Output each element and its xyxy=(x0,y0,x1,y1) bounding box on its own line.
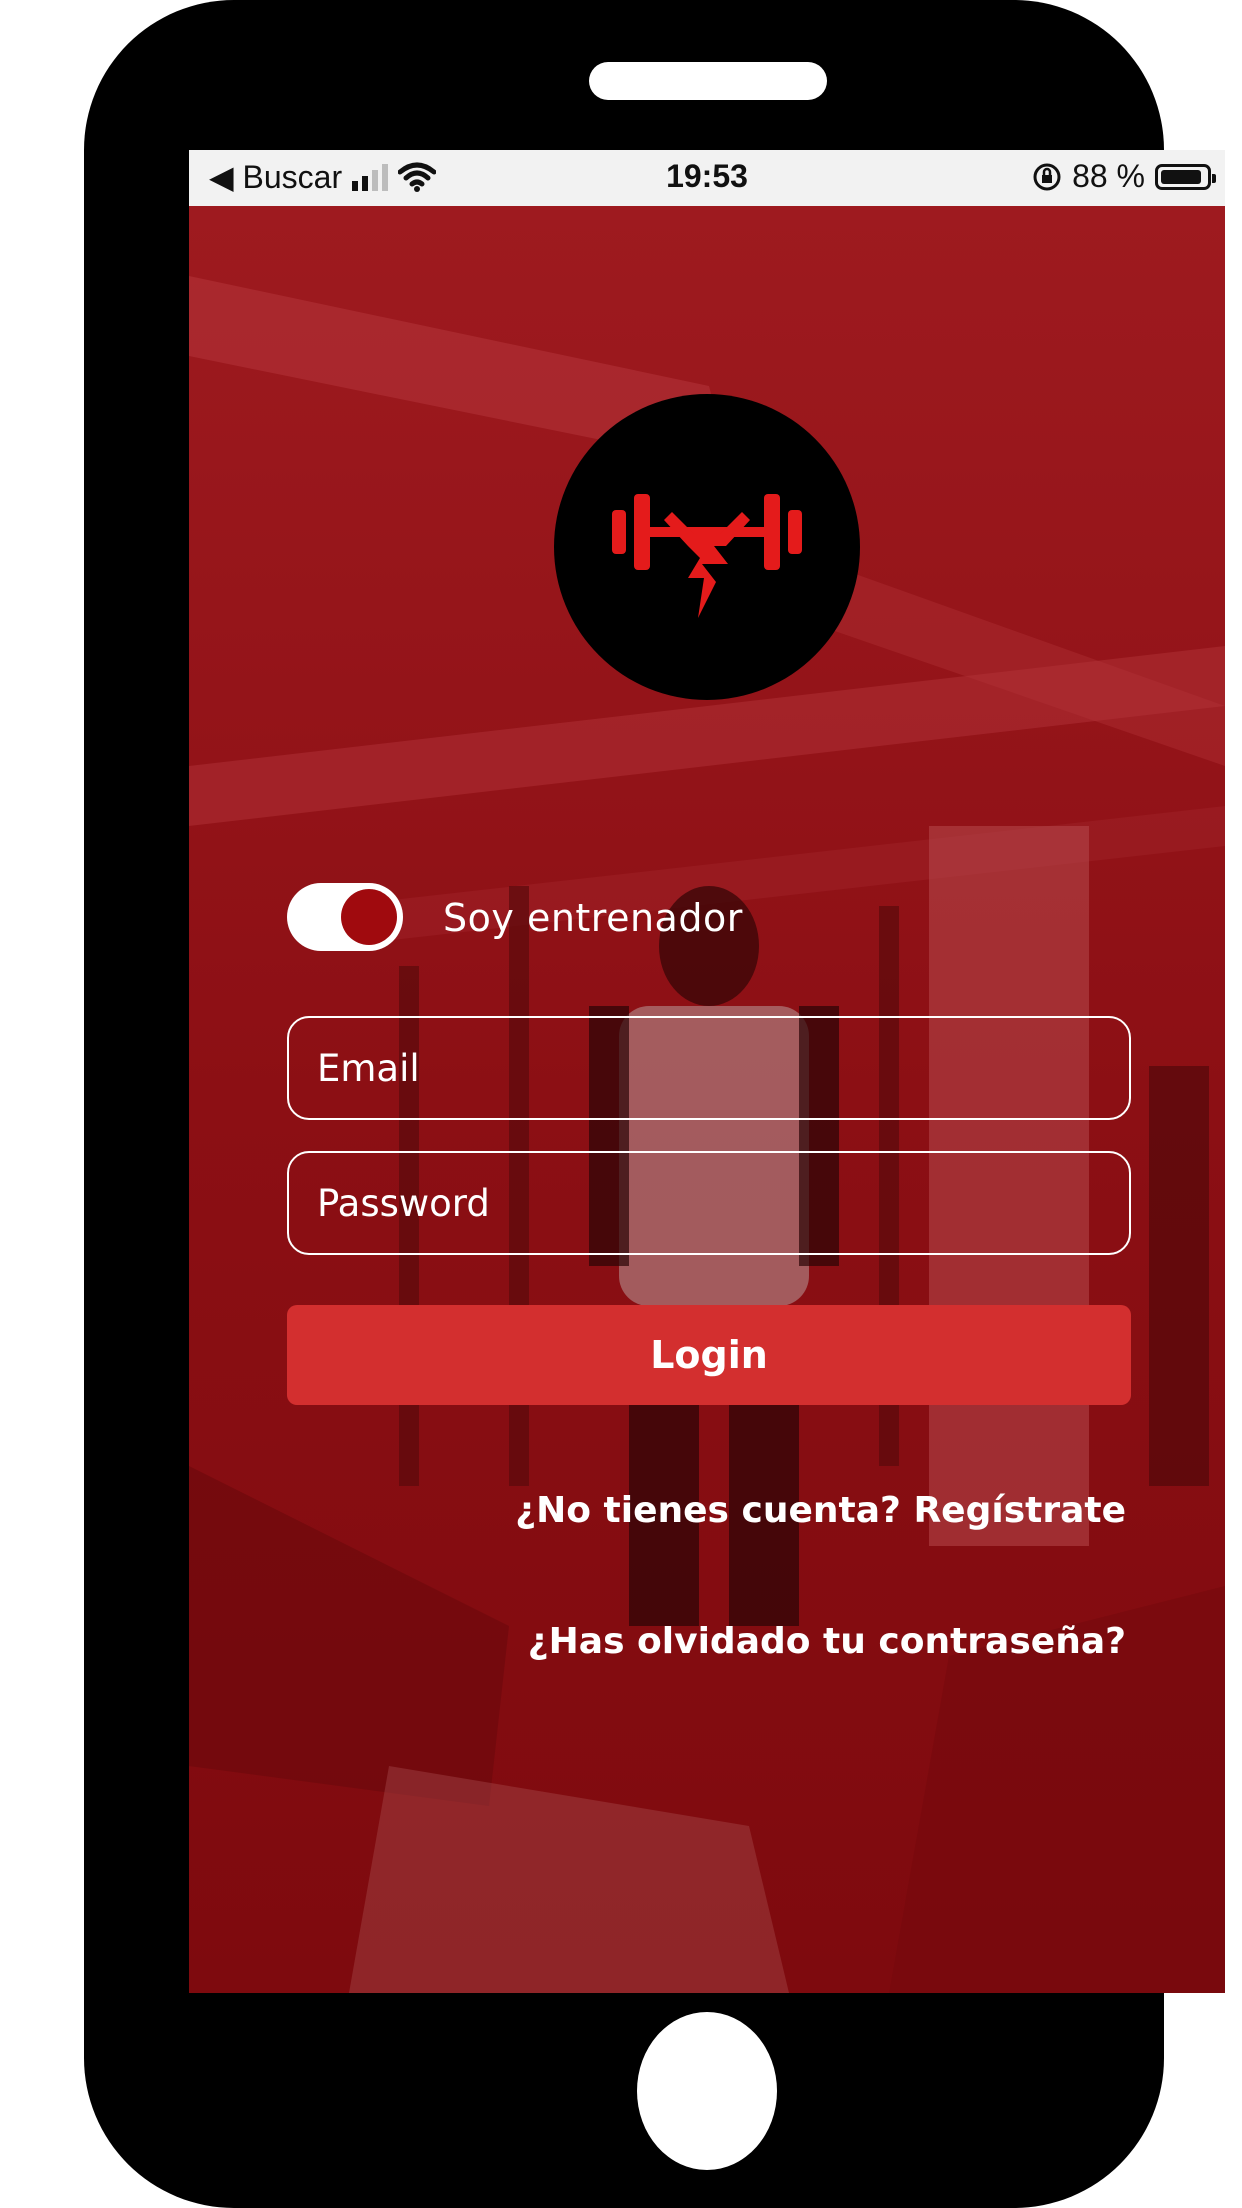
home-button[interactable] xyxy=(637,2012,777,2170)
trainer-toggle[interactable] xyxy=(287,883,403,951)
toggle-knob xyxy=(341,889,397,945)
orientation-lock-icon xyxy=(1033,163,1061,190)
app-screen: ◀ Buscar 19:53 88 % Soy entrenador Email… xyxy=(189,150,1225,1993)
email-input[interactable] xyxy=(287,1016,1131,1120)
login-button[interactable]: Login xyxy=(287,1305,1131,1405)
status-bar: ◀ Buscar 19:53 88 % xyxy=(189,150,1225,206)
forgot-password-link[interactable]: ¿Has olvidado tu contraseña? xyxy=(528,1621,1126,1662)
app-logo xyxy=(554,394,860,700)
register-link[interactable]: ¿No tienes cuenta? Regístrate xyxy=(515,1490,1126,1531)
password-input[interactable] xyxy=(287,1151,1131,1255)
battery-percentage: 88 % xyxy=(1072,158,1145,194)
earpiece-speaker xyxy=(589,62,827,100)
battery-icon xyxy=(1155,163,1216,190)
trainer-toggle-label: Soy entrenador xyxy=(443,896,743,940)
barbell-lightning-logo-icon xyxy=(612,494,802,618)
phone-frame: ◀ Buscar 19:53 88 % Soy entrenador Email… xyxy=(84,0,1225,2208)
